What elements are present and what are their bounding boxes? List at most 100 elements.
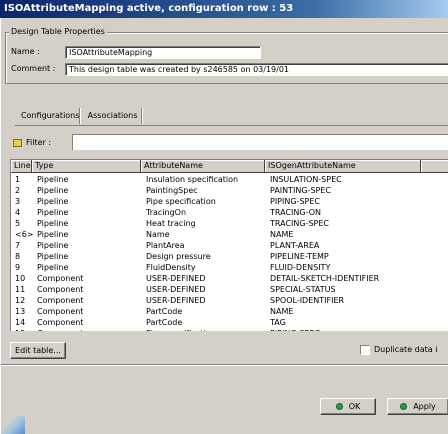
footer-separator: [1, 364, 448, 365]
table-cell: 3: [15, 197, 21, 206]
table-row[interactable]: <6> Pipeline Name NAME: [11, 229, 448, 240]
table-cell: 11: [15, 285, 26, 294]
table-cell: Pipeline: [37, 208, 69, 217]
table-cell: 7: [15, 241, 21, 250]
table-cell: 9: [15, 263, 21, 272]
edit-table-button[interactable]: Edit table...: [10, 342, 66, 359]
table-cell: Pipeline: [37, 175, 69, 184]
table-cell: TracingOn: [146, 208, 187, 217]
table-row[interactable]: 2 Pipeline PaintingSpec PAINTING-SPEC: [11, 185, 448, 196]
table-cell: USER-DEFINED: [146, 285, 206, 294]
apply-icon: [400, 403, 408, 410]
ok-button[interactable]: OK: [320, 398, 376, 415]
table-cell: Heat tracing: [146, 219, 196, 228]
table-row[interactable]: 11 Component USER-DEFINED SPECIAL-STATUS: [11, 284, 448, 295]
table-row[interactable]: 12 Component USER-DEFINED SPOOL-IDENTIFIER: [11, 295, 448, 306]
table-cell: 4: [15, 208, 21, 217]
table-cell: 15: [15, 328, 35, 331]
table-cell: NAME: [270, 230, 294, 239]
table-row[interactable]: 7 Pipeline PlantArea PLANT-AREA: [11, 240, 448, 251]
column-header-line[interactable]: Line: [11, 160, 32, 173]
table-cell: <6>: [15, 230, 34, 239]
table-cell: Component: [37, 328, 142, 331]
group-title: Design Table Properties: [9, 27, 107, 36]
table-cell: 5: [15, 219, 21, 228]
table-cell: USER-DEFINED: [146, 296, 206, 305]
tab-divider: [15, 125, 448, 126]
table-row[interactable]: 13 Component PartCode NAME: [11, 306, 448, 317]
table-cell: PAINTING-SPEC: [270, 186, 331, 195]
table-cell: 10: [15, 274, 26, 283]
table-cell: Pipeline: [37, 230, 69, 239]
table-cell: USER-DEFINED: [146, 274, 206, 283]
table-cell: 13: [15, 307, 26, 316]
table-cell: 1: [15, 175, 21, 184]
table-cell: FLUID-DENSITY: [270, 263, 331, 272]
table-cell: TRACING-ON: [270, 208, 321, 217]
table-row[interactable]: 4 Pipeline TracingOn TRACING-ON: [11, 207, 448, 218]
table-cell: Component: [37, 285, 84, 294]
apply-label: Apply: [413, 402, 436, 411]
corner-decoration: [1, 416, 25, 434]
table-cell: Pipeline: [37, 241, 69, 250]
window-title-bar[interactable]: ISOAttributeMapping active, configuratio…: [0, 0, 448, 18]
column-header-type[interactable]: Type: [32, 160, 141, 173]
table-cell: SPECIAL-STATUS: [270, 285, 336, 294]
table-cell: PaintingSpec: [146, 186, 198, 195]
table-row[interactable]: 9 Pipeline FluidDensity FLUID-DENSITY: [11, 262, 448, 273]
table-cell: Pipeline: [37, 197, 69, 206]
ok-label: OK: [348, 402, 361, 411]
filter-icon: [13, 139, 22, 147]
table-row[interactable]: 14 Component PartCode TAG: [11, 317, 448, 328]
tab-configurations[interactable]: Configurations: [21, 108, 80, 124]
table-row[interactable]: 3 Pipeline Pipe specification PIPING-SPEC: [11, 196, 448, 207]
table-cell: DETAIL-SKETCH-IDENTIFIER: [270, 274, 380, 283]
column-header-isogen-attribute-name[interactable]: ISOgenAttributeName: [265, 160, 421, 173]
ok-icon: [335, 403, 343, 410]
filter-label: Filter :: [26, 138, 52, 147]
tab-label: Configurations: [21, 111, 80, 120]
table-cell: INSULATION-SPEC: [270, 175, 342, 184]
table-cell: PartCode: [146, 318, 183, 327]
duplicate-data-checkbox[interactable]: [360, 345, 370, 355]
table-cell: PIPELINE-TEMP: [270, 252, 329, 261]
column-header-extra: [421, 160, 448, 173]
column-header-attribute-name[interactable]: AttributeName: [141, 160, 265, 173]
dialog-body: Design Table Properties Name : ISOAttrib…: [0, 18, 448, 434]
tab-associations[interactable]: Associations: [84, 108, 142, 124]
duplicate-data-label: Duplicate data i: [374, 345, 438, 354]
table-cell: Component: [37, 318, 84, 327]
configuration-table[interactable]: Line Type AttributeName ISOgenAttributeN…: [10, 159, 448, 331]
tab-label: Associations: [87, 111, 138, 120]
table-cell: Component: [37, 274, 84, 283]
table-cell: PIPING-SPEC: [270, 197, 320, 206]
table-cell: PlantArea: [146, 241, 185, 250]
table-cell: Pipeline: [37, 263, 69, 272]
edit-table-label: Edit table...: [15, 346, 61, 355]
table-cell: SPOOL-IDENTIFIER: [270, 296, 345, 305]
table-row[interactable]: 1 Pipeline Insulation specification INSULAT…: [11, 174, 448, 185]
table-cell: Component: [37, 307, 84, 316]
table-row[interactable]: 8 Pipeline Design pressure PIPELINE-TEMP: [11, 251, 448, 262]
table-cell: FluidDensity: [146, 263, 196, 272]
apply-button[interactable]: Apply: [387, 398, 448, 415]
table-cell: 14: [15, 318, 26, 327]
table-cell: PIPING-SPEC: [270, 328, 420, 331]
table-cell: Pipeline: [37, 252, 69, 261]
table-cell: 12: [15, 296, 26, 305]
table-row[interactable]: 10 Component USER-DEFINED DETAIL-SKETCH-IDE…: [11, 273, 448, 284]
table-cell: 2: [15, 186, 21, 195]
table-cell: Component: [37, 296, 84, 305]
table-row[interactable]: 15Component Pipe specification PIPING-SPEC: [11, 328, 448, 331]
table-row[interactable]: 5 Pipeline Heat tracing TRACING-SPEC: [11, 218, 448, 229]
comment-field[interactable]: This design table was created by s246585…: [65, 63, 448, 76]
filter-input[interactable]: [72, 134, 448, 150]
table-cell: PLANT-AREA: [270, 241, 320, 250]
table-cell: Pipeline: [37, 186, 69, 195]
window-title: ISOAttributeMapping active, configuratio…: [4, 3, 294, 14]
table-cell: Design pressure: [146, 252, 211, 261]
table-cell: Pipe specification: [146, 328, 266, 331]
name-field[interactable]: ISOAttributeMapping: [65, 46, 261, 59]
table-cell: Pipe specification: [146, 197, 216, 206]
table-cell: Insulation specification: [146, 175, 239, 184]
